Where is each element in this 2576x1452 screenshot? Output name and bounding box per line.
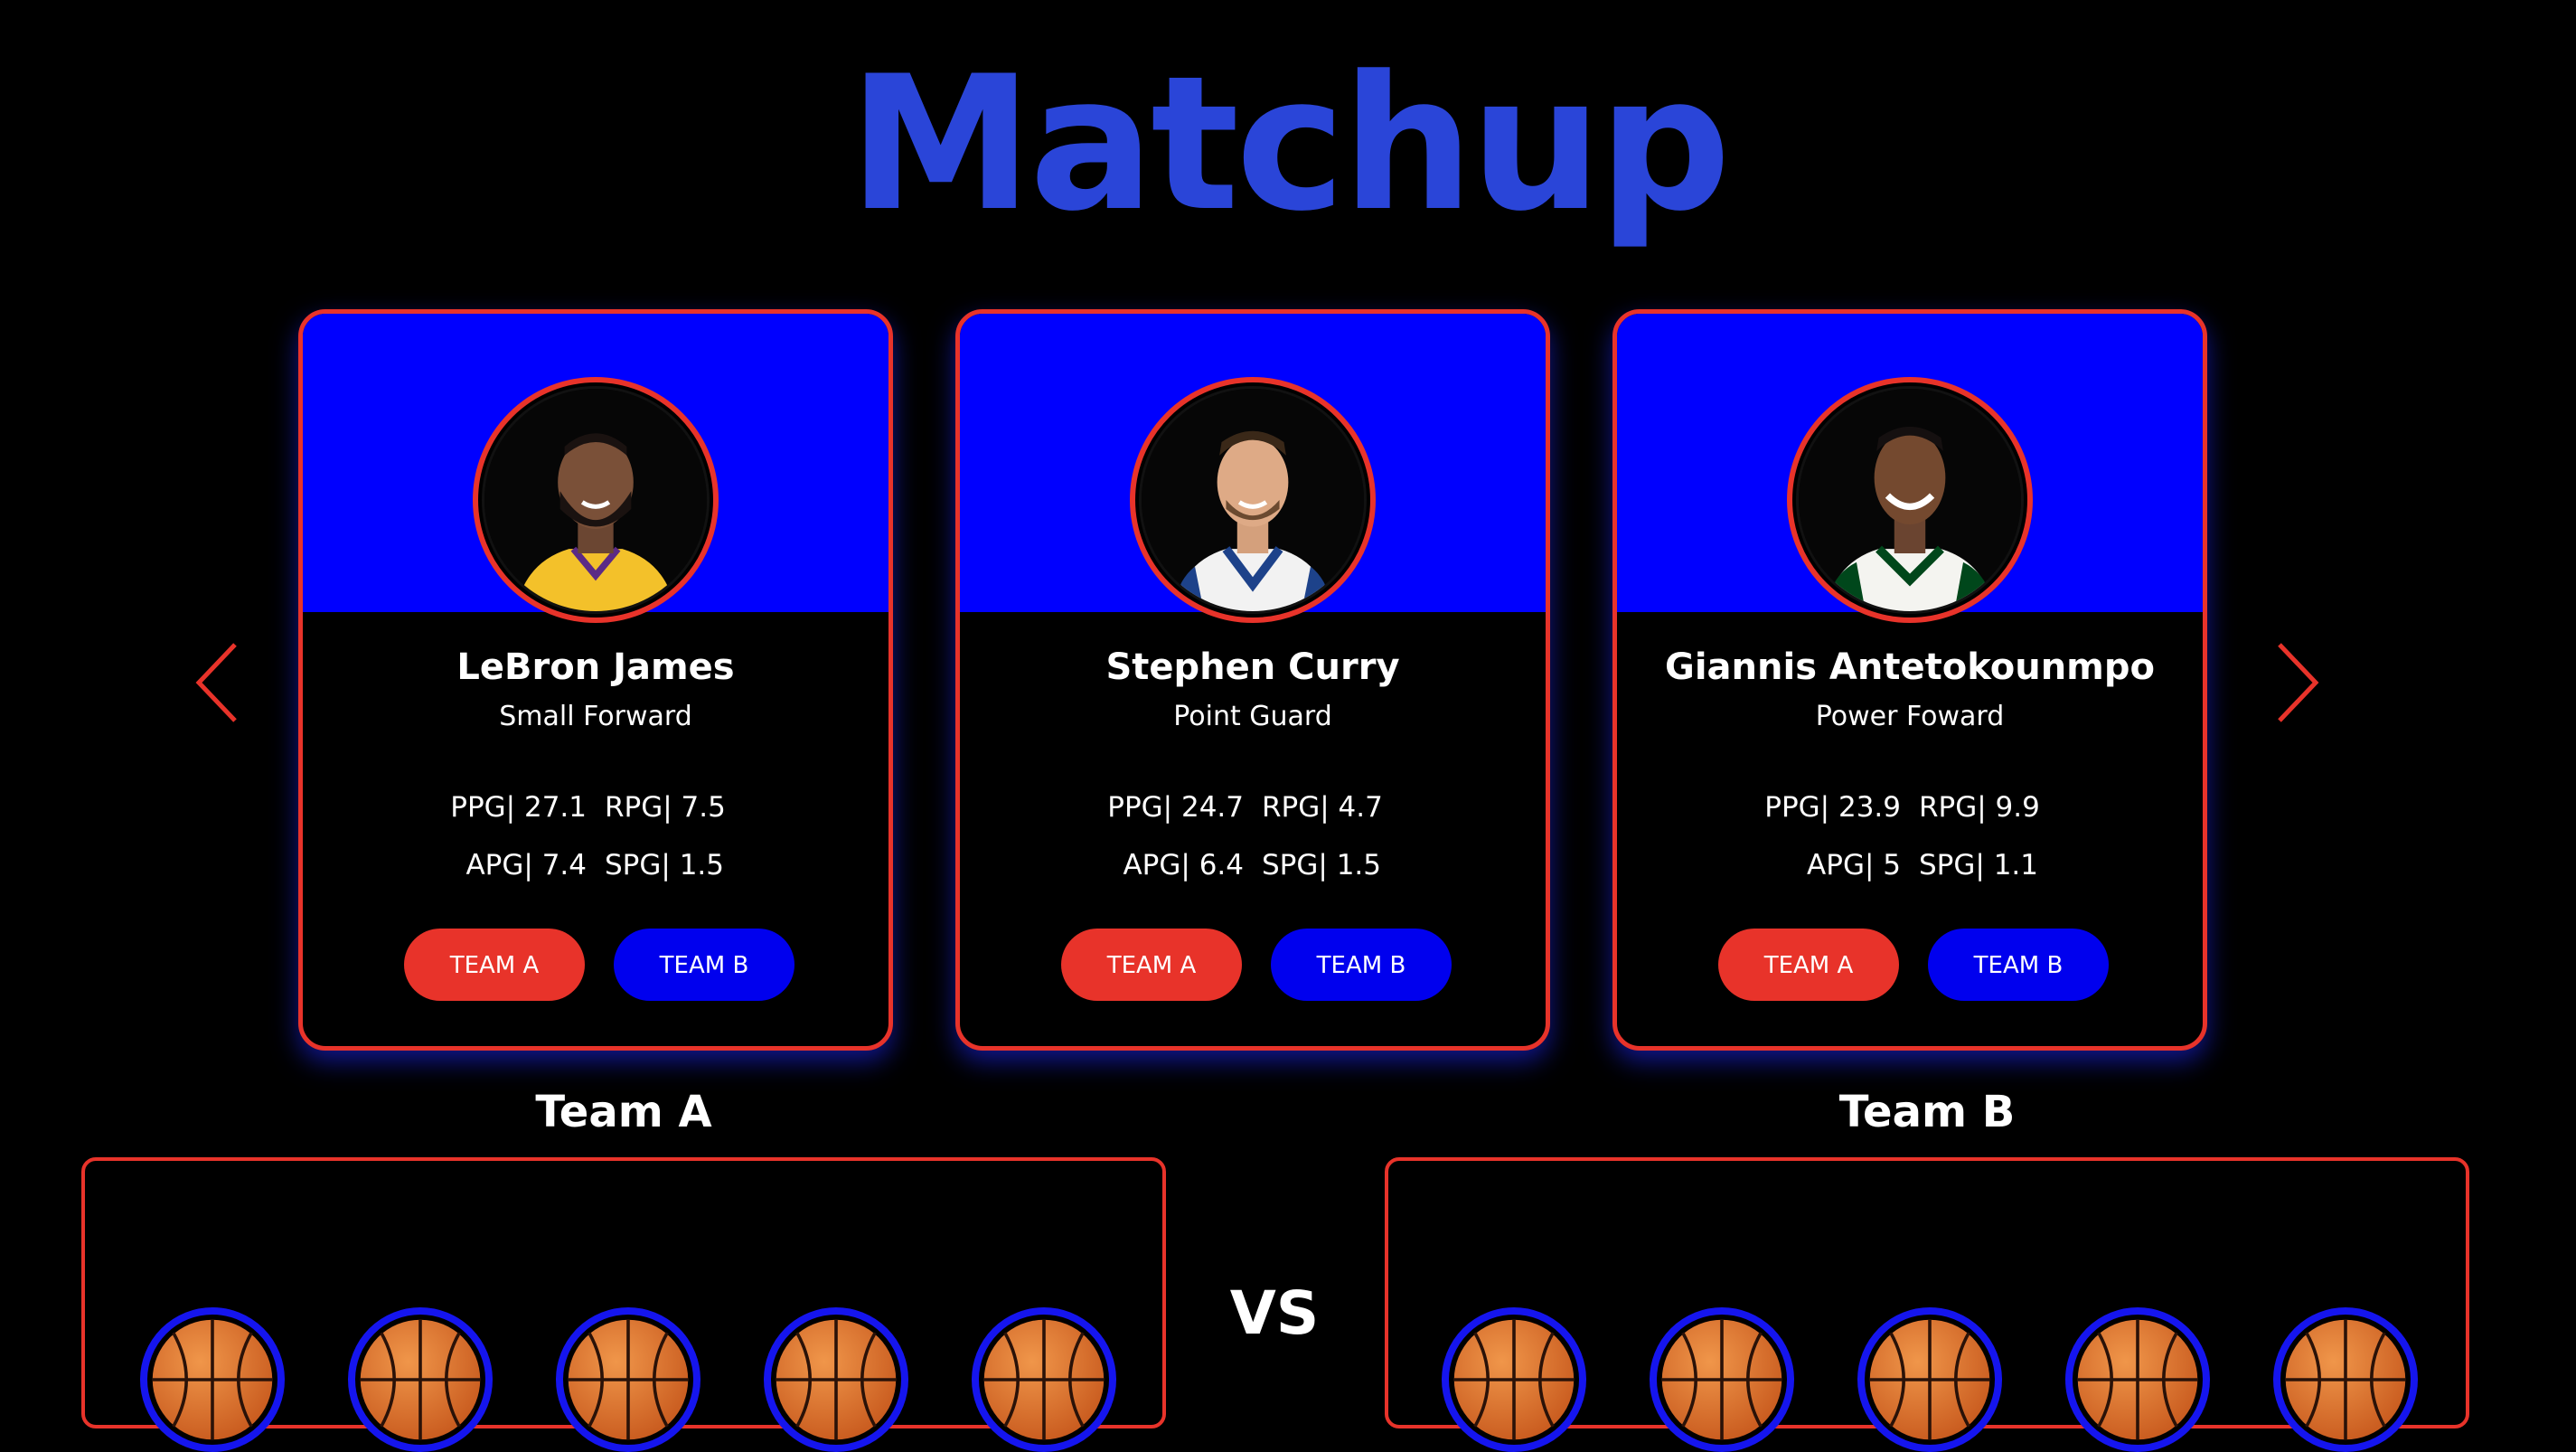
team-b-slot[interactable]: [1442, 1307, 1586, 1452]
stat-rpg: RPG| 9.9: [1919, 791, 2040, 824]
player-name: LeBron James: [456, 646, 735, 688]
player-card-curry: Stephen Curry Point Guard PPG| 24.7 RPG|…: [955, 309, 1550, 1051]
player-card-giannis: Giannis Antetokounmpo Power Foward PPG| …: [1612, 309, 2207, 1051]
add-to-team-a-button[interactable]: TEAM A: [1061, 929, 1242, 1001]
player-position: Point Guard: [1173, 701, 1332, 732]
player-avatar: [473, 377, 719, 623]
basketball-icon: [152, 1319, 273, 1440]
player-photo-icon: [484, 389, 707, 611]
team-b-slot[interactable]: [1857, 1307, 2002, 1452]
team-a-slot[interactable]: [140, 1307, 285, 1452]
team-b-slot[interactable]: [2273, 1307, 2418, 1452]
page-title: Matchup: [848, 37, 1731, 252]
player-stats: PPG| 27.1 RPG| 7.5 APG| 7.4 SPG| 1.5: [303, 791, 888, 907]
carousel-prev-button[interactable]: [190, 637, 244, 728]
stat-rpg: RPG| 7.5: [605, 791, 726, 824]
stat-apg: APG| 6.4: [1123, 849, 1244, 882]
stat-apg: APG| 5: [1807, 849, 1901, 882]
stat-ppg: PPG| 23.9: [1764, 791, 1901, 824]
basketball-icon: [2077, 1319, 2198, 1440]
player-position: Small Forward: [499, 701, 692, 732]
team-b-slot[interactable]: [1650, 1307, 1794, 1452]
add-to-team-a-button[interactable]: TEAM A: [404, 929, 585, 1001]
team-a-slot[interactable]: [972, 1307, 1116, 1452]
add-to-team-b-button[interactable]: TEAM B: [1928, 929, 2109, 1001]
team-b-slot[interactable]: [2065, 1307, 2210, 1452]
chevron-right-icon: [2278, 643, 2319, 722]
add-to-team-b-button[interactable]: TEAM B: [614, 929, 794, 1001]
player-avatar: [1787, 377, 2033, 623]
team-a-slot[interactable]: [556, 1307, 700, 1452]
basketball-icon: [1453, 1319, 1575, 1440]
stat-spg: SPG| 1.5: [1262, 849, 1381, 882]
basketball-icon: [983, 1319, 1105, 1440]
team-a-slot[interactable]: [348, 1307, 493, 1452]
basketball-icon: [568, 1319, 689, 1440]
stat-spg: SPG| 1.1: [1919, 849, 2038, 882]
team-a-slot[interactable]: [764, 1307, 908, 1452]
player-photo-icon: [1142, 389, 1364, 611]
team-b-heading: Team B: [1838, 1087, 2016, 1137]
basketball-icon: [2285, 1319, 2406, 1440]
player-stats: PPG| 23.9 RPG| 9.9 APG| 5 SPG| 1.1: [1617, 791, 2203, 907]
stat-spg: SPG| 1.5: [605, 849, 724, 882]
stat-ppg: PPG| 27.1: [450, 791, 587, 824]
stat-ppg: PPG| 24.7: [1107, 791, 1244, 824]
player-position: Power Foward: [1815, 701, 2005, 732]
team-a-heading: Team A: [535, 1087, 712, 1137]
stat-rpg: RPG| 4.7: [1262, 791, 1383, 824]
player-photo-icon: [1799, 389, 2021, 611]
stat-apg: APG| 7.4: [465, 849, 587, 882]
basketball-icon: [776, 1319, 897, 1440]
basketball-icon: [1869, 1319, 1990, 1440]
chevron-left-icon: [195, 643, 237, 722]
add-to-team-b-button[interactable]: TEAM B: [1271, 929, 1452, 1001]
basketball-icon: [360, 1319, 481, 1440]
player-card-lebron: LeBron James Small Forward PPG| 27.1 RPG…: [298, 309, 893, 1051]
basketball-icon: [1661, 1319, 1782, 1440]
player-avatar: [1130, 377, 1376, 623]
carousel-next-button[interactable]: [2270, 637, 2325, 728]
player-name: Giannis Antetokounmpo: [1665, 646, 2155, 688]
vs-label: VS: [1229, 1278, 1320, 1348]
player-stats: PPG| 24.7 RPG| 4.7 APG| 6.4 SPG| 1.5: [960, 791, 1546, 907]
player-name: Stephen Curry: [1105, 646, 1400, 688]
add-to-team-a-button[interactable]: TEAM A: [1718, 929, 1899, 1001]
